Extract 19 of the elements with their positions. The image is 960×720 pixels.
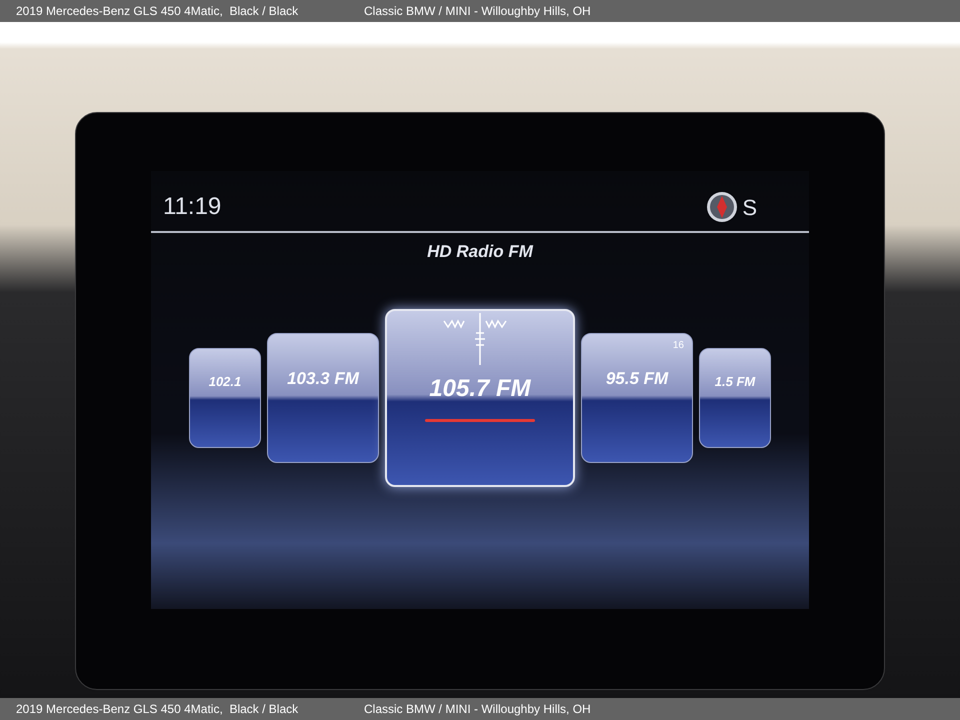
station-card[interactable]: 102.1 <box>189 348 261 448</box>
vehicle-caption: 2019 Mercedes-Benz GLS 450 4Matic, Black / Black <box>16 3 300 20</box>
dealer-caption: Classic BMW / MINI - Willoughby Hills, OH <box>364 3 591 20</box>
compass-heading: S <box>742 194 757 222</box>
station-frequency: 95.5 FM <box>606 368 668 390</box>
station-frequency: 105.7 FM <box>429 374 531 404</box>
dealer-caption: Classic BMW / MINI - Willoughby Hills, OH <box>364 701 591 718</box>
station-card[interactable]: 1.5 FM <box>699 348 771 448</box>
station-card[interactable]: 16 95.5 FM <box>581 332 693 462</box>
source-title: HD Radio FM <box>427 241 533 263</box>
station-frequency: 1.5 FM <box>714 373 756 391</box>
station-frequency: 103.3 FM <box>287 368 359 390</box>
station-card[interactable]: 103.3 FM <box>267 332 379 462</box>
compass-icon <box>706 191 738 223</box>
vehicle-caption: 2019 Mercedes-Benz GLS 450 4Matic, Black / Black <box>16 701 300 718</box>
station-frequency: 102.1 <box>208 373 242 391</box>
station-card[interactable]: 105.7 FM <box>385 308 575 486</box>
preset-number: 16 <box>672 338 684 352</box>
clock-time: 11:19 <box>163 192 222 222</box>
